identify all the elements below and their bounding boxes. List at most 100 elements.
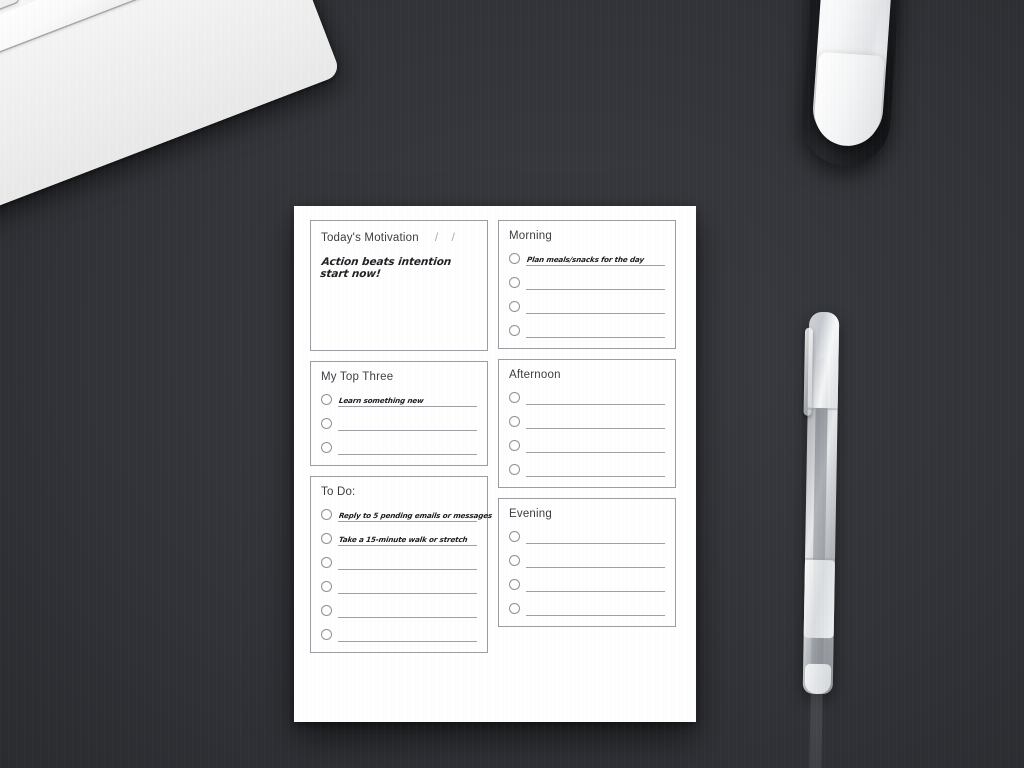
afternoon-list <box>509 388 665 477</box>
stapler <box>797 0 907 175</box>
checkbox-circle-icon[interactable] <box>321 394 332 405</box>
checkbox-circle-icon[interactable] <box>321 581 332 592</box>
date-field[interactable]: / / <box>435 230 460 244</box>
pen-tail <box>804 663 832 695</box>
write-line[interactable] <box>338 555 477 570</box>
write-line[interactable] <box>526 462 665 477</box>
write-line[interactable]: Take a 15-minute walk or stretch <box>338 531 477 546</box>
write-line[interactable] <box>338 627 477 642</box>
motivation-title: Today's Motivation <box>321 232 419 244</box>
motivation-body[interactable]: Action beats intention start now! <box>319 256 477 342</box>
checkbox-circle-icon[interactable] <box>321 509 332 520</box>
write-line[interactable] <box>338 603 477 618</box>
write-line[interactable] <box>526 529 665 544</box>
list-item[interactable] <box>509 273 665 290</box>
card-morning: Morning Plan meals/snacks for the day <box>498 220 676 349</box>
checkbox-circle-icon[interactable] <box>509 603 520 614</box>
card-afternoon: Afternoon <box>498 359 676 488</box>
list-item[interactable] <box>509 575 665 592</box>
top-three-title: My Top Three <box>321 371 394 383</box>
evening-title: Evening <box>509 508 552 520</box>
list-item[interactable] <box>321 553 477 570</box>
write-line[interactable] <box>526 601 665 616</box>
evening-list <box>509 527 665 616</box>
write-line[interactable]: Learn something new <box>338 392 477 407</box>
list-item-text: Reply to 5 pending emails or messages <box>338 511 493 520</box>
list-item[interactable]: Reply to 5 pending emails or messages <box>321 505 493 522</box>
checkbox-circle-icon[interactable] <box>509 579 520 590</box>
checkbox-circle-icon[interactable] <box>509 301 520 312</box>
card-todays-motivation: Today's Motivation / / Action beats inte… <box>310 220 488 351</box>
checkbox-circle-icon[interactable] <box>509 440 520 451</box>
keyboard-row: B <box>0 0 164 70</box>
checkbox-circle-icon[interactable] <box>321 629 332 640</box>
checkbox-circle-icon[interactable] <box>509 253 520 264</box>
write-line[interactable]: Plan meals/snacks for the day <box>526 251 665 266</box>
write-line[interactable] <box>526 577 665 592</box>
write-line[interactable] <box>338 440 477 455</box>
write-line[interactable] <box>338 416 477 431</box>
list-item[interactable] <box>509 436 665 453</box>
afternoon-title: Afternoon <box>509 369 561 381</box>
checkbox-circle-icon[interactable] <box>509 325 520 336</box>
list-item[interactable] <box>509 297 665 314</box>
desk-scene: 7 I L U K : Y J ; H M ' G N alt <box>0 0 1024 768</box>
checkbox-circle-icon[interactable] <box>509 416 520 427</box>
pen <box>797 311 846 768</box>
list-item[interactable] <box>321 601 477 618</box>
list-item-text: Learn something new <box>338 396 425 405</box>
list-item[interactable] <box>509 321 665 338</box>
checkbox-circle-icon[interactable] <box>321 605 332 616</box>
todo-title: To Do: <box>321 486 356 498</box>
pen-clip <box>803 327 814 416</box>
list-item[interactable] <box>321 414 477 431</box>
checkbox-circle-icon[interactable] <box>509 392 520 403</box>
pen-grip <box>803 559 836 639</box>
card-evening: Evening <box>498 498 676 627</box>
list-item[interactable] <box>509 412 665 429</box>
write-line[interactable] <box>526 414 665 429</box>
write-line[interactable] <box>526 553 665 568</box>
todo-list: Reply to 5 pending emails or messages Ta… <box>321 505 493 642</box>
keyboard: 7 I L U K : Y J ; H M ' G N alt <box>0 0 342 276</box>
checkbox-circle-icon[interactable] <box>321 533 332 544</box>
list-item[interactable] <box>509 388 665 405</box>
write-line[interactable] <box>526 390 665 405</box>
write-line[interactable] <box>526 323 665 338</box>
write-line[interactable] <box>338 579 477 594</box>
morning-title: Morning <box>509 230 552 242</box>
write-line[interactable] <box>526 438 665 453</box>
top-three-list: Learn something new <box>321 390 477 455</box>
write-line[interactable]: Reply to 5 pending emails or messages <box>338 507 493 522</box>
write-line[interactable] <box>526 275 665 290</box>
morning-list: Plan meals/snacks for the day <box>509 249 665 338</box>
checkbox-circle-icon[interactable] <box>509 555 520 566</box>
list-item[interactable] <box>321 438 477 455</box>
checkbox-circle-icon[interactable] <box>509 531 520 542</box>
list-item[interactable] <box>509 599 665 616</box>
list-item[interactable]: Take a 15-minute walk or stretch <box>321 529 477 546</box>
list-item[interactable] <box>509 527 665 544</box>
list-item-text: Take a 15-minute walk or stretch <box>338 535 469 544</box>
checkbox-circle-icon[interactable] <box>509 277 520 288</box>
motivation-quote: Action beats intention start now! <box>319 256 452 280</box>
list-item[interactable]: Learn something new <box>321 390 477 407</box>
list-item[interactable] <box>321 577 477 594</box>
checkbox-circle-icon[interactable] <box>321 442 332 453</box>
list-item[interactable] <box>509 551 665 568</box>
planner-sheet: Today's Motivation / / Action beats inte… <box>294 206 696 722</box>
list-item[interactable]: Plan meals/snacks for the day <box>509 249 665 266</box>
write-line[interactable] <box>526 299 665 314</box>
planner-right-column: Morning Plan meals/snacks for the day Af… <box>498 220 676 708</box>
list-item[interactable] <box>321 625 477 642</box>
checkbox-circle-icon[interactable] <box>321 418 332 429</box>
keyboard-deck: 7 I L U K : Y J ; H M ' G N alt <box>0 0 342 276</box>
list-item[interactable] <box>509 460 665 477</box>
checkbox-circle-icon[interactable] <box>321 557 332 568</box>
list-item-text: Plan meals/snacks for the day <box>526 255 645 264</box>
planner-left-column: Today's Motivation / / Action beats inte… <box>310 220 493 708</box>
card-to-do: To Do: Reply to 5 pending emails or mess… <box>310 476 493 653</box>
key-space[interactable] <box>0 0 164 57</box>
card-my-top-three: My Top Three Learn something new <box>310 361 488 466</box>
checkbox-circle-icon[interactable] <box>509 464 520 475</box>
